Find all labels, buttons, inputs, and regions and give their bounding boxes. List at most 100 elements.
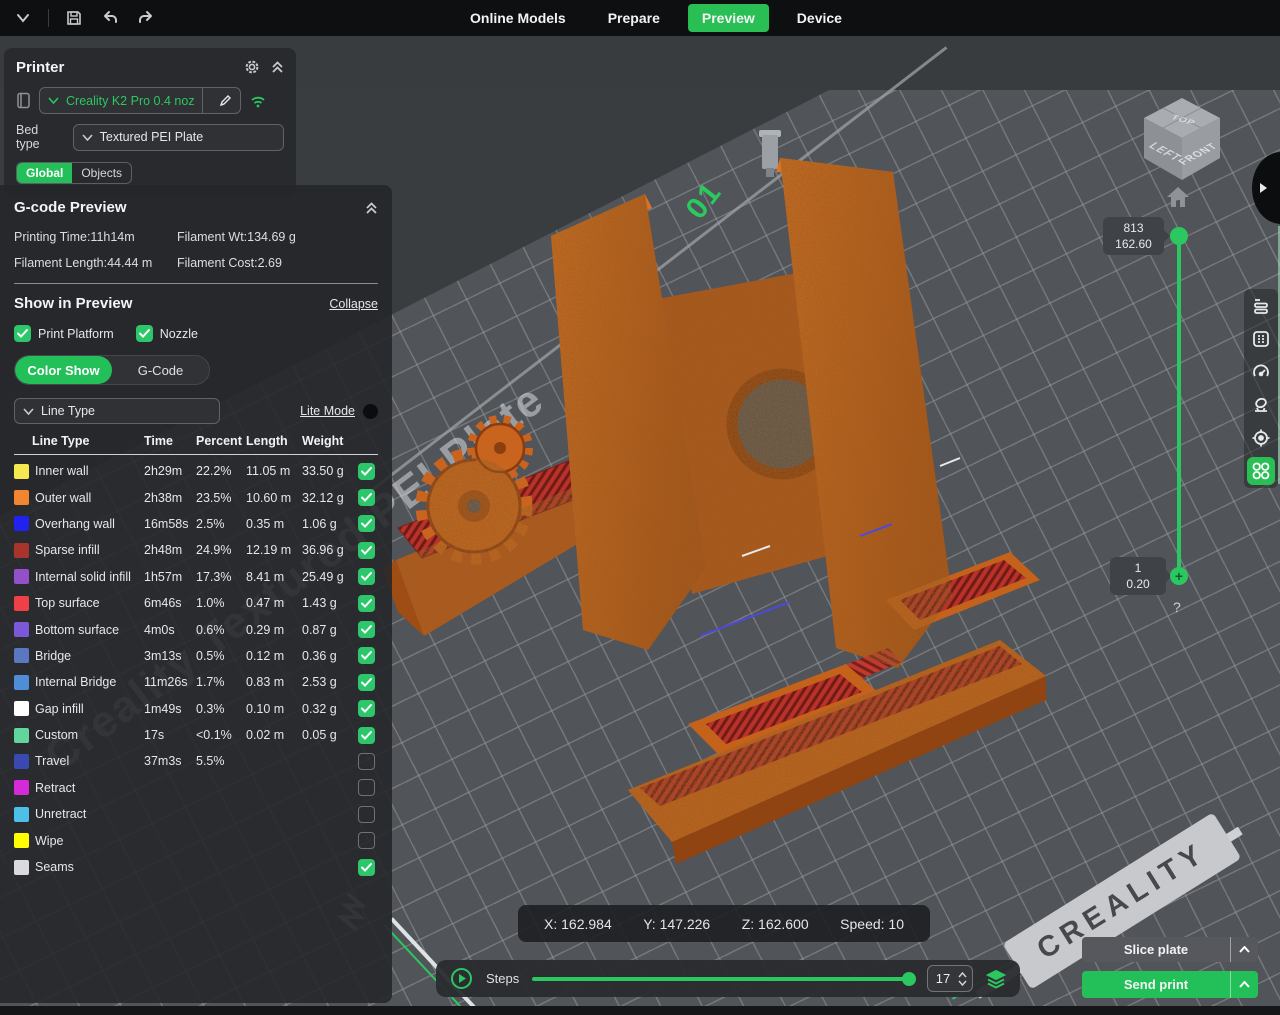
gcode-panel-collapse-icon[interactable]	[365, 201, 378, 215]
app-menu-chevron-icon[interactable]	[12, 7, 34, 29]
layer-slider-top-handle[interactable]	[1170, 227, 1188, 245]
line-type-visibility-checkbox[interactable]	[358, 515, 375, 532]
line-type-visibility-checkbox[interactable]	[358, 595, 375, 612]
scope-global[interactable]: Global	[17, 163, 72, 183]
steps-value[interactable]: 17	[928, 971, 958, 986]
line-type-time: 37m3s	[144, 754, 196, 768]
line-type-swatch	[14, 464, 29, 479]
undo-icon[interactable]	[99, 7, 121, 29]
temperature-tool-icon[interactable]	[1247, 424, 1275, 452]
fan-tool-icon[interactable]	[1247, 391, 1275, 419]
send-print-label: Send print	[1082, 971, 1230, 998]
help-icon[interactable]: ?	[1173, 599, 1181, 615]
scope-toggle: Global Objects	[16, 162, 132, 184]
send-print-button[interactable]: Send print	[1082, 971, 1258, 998]
show-in-preview-title: Show in Preview	[14, 295, 132, 312]
line-type-percent: 22.2%	[196, 464, 246, 478]
line-type-time: 2h29m	[144, 464, 196, 478]
layer-slider-track[interactable]	[1177, 236, 1181, 578]
line-type-length: 0.12 m	[246, 649, 302, 663]
line-type-visibility-checkbox[interactable]	[358, 700, 375, 717]
line-type-visibility-checkbox[interactable]	[358, 859, 375, 876]
line-type-length: 12.19 m	[246, 543, 302, 557]
tab-prepare[interactable]: Prepare	[594, 4, 674, 32]
line-type-visibility-checkbox[interactable]	[358, 753, 375, 770]
steps-value-input[interactable]: 17	[927, 965, 973, 992]
line-type-name: Outer wall	[32, 491, 144, 505]
nozzle-checkbox[interactable]: Nozzle	[136, 325, 198, 342]
line-type-weight: 2.53 g	[302, 675, 358, 689]
print-platform-checkbox[interactable]: Print Platform	[14, 325, 114, 342]
play-icon[interactable]	[450, 967, 473, 990]
printer-select-dropdown[interactable]: Creality K2 Pro 0.4 nozzle	[39, 87, 241, 114]
line-type-weight: 36.96 g	[302, 543, 358, 557]
line-type-swatch	[14, 516, 29, 531]
expand-arrow-icon	[1260, 183, 1267, 193]
line-type-percent: 0.6%	[196, 623, 246, 637]
line-type-swatch	[14, 569, 29, 584]
line-type-tool-icon[interactable]	[1247, 292, 1275, 320]
line-type-length: 11.05 m	[246, 464, 302, 478]
line-type-weight: 32.12 g	[302, 491, 358, 505]
line-type-row: Custom 17s <0.1% 0.02 m 0.05 g	[14, 722, 378, 748]
printer-panel-title: Printer	[16, 59, 64, 76]
line-type-visibility-checkbox[interactable]	[358, 568, 375, 585]
layer-slider-bottom-handle[interactable]: +	[1170, 567, 1188, 585]
tab-device[interactable]: Device	[783, 4, 856, 32]
line-type-visibility-checkbox[interactable]	[358, 806, 375, 823]
line-type-length: 0.29 m	[246, 623, 302, 637]
line-type-visibility-checkbox[interactable]	[358, 463, 375, 480]
line-type-row: Seams	[14, 854, 378, 880]
line-type-visibility-checkbox[interactable]	[358, 542, 375, 559]
line-type-visibility-checkbox[interactable]	[358, 674, 375, 691]
lite-mode-toggle[interactable]	[363, 404, 378, 419]
line-type-row: Unretract	[14, 801, 378, 827]
edit-printer-icon[interactable]	[210, 88, 240, 113]
save-icon[interactable]	[63, 7, 85, 29]
printer-settings-gear-icon[interactable]	[243, 58, 261, 76]
scope-objects[interactable]: Objects	[72, 163, 131, 183]
line-type-row: Top surface 6m46s 1.0% 0.47 m 1.43 g	[14, 590, 378, 616]
line-type-visibility-checkbox[interactable]	[358, 832, 375, 849]
slice-options-chevron[interactable]	[1230, 937, 1258, 962]
collapse-link[interactable]: Collapse	[329, 297, 378, 311]
line-type-visibility-checkbox[interactable]	[358, 779, 375, 796]
slice-plate-button[interactable]: Slice plate	[1082, 937, 1258, 962]
line-type-swatch	[14, 596, 29, 611]
filament-tool-icon[interactable]	[1247, 457, 1275, 485]
dropdown-chevron-icon	[82, 134, 93, 141]
layers-icon[interactable]	[986, 969, 1006, 989]
steps-slider[interactable]	[532, 977, 914, 981]
line-type-visibility-checkbox[interactable]	[358, 621, 375, 638]
line-type-row: Internal solid infill 1h57m 17.3% 8.41 m…	[14, 564, 378, 590]
line-type-time: 3m13s	[144, 649, 196, 663]
redo-icon[interactable]	[135, 7, 157, 29]
plate-tool-icon[interactable]	[1247, 325, 1275, 353]
tab-online-models[interactable]: Online Models	[456, 4, 580, 32]
line-type-visibility-checkbox[interactable]	[358, 489, 375, 506]
mode-color-show[interactable]: Color Show	[15, 356, 112, 384]
send-options-chevron[interactable]	[1230, 971, 1258, 998]
mode-gcode[interactable]: G-Code	[112, 356, 209, 384]
line-type-row: Internal Bridge 11m26s 1.7% 0.83 m 2.53 …	[14, 669, 378, 695]
steps-slider-handle[interactable]	[902, 972, 916, 986]
step-down-icon[interactable]	[958, 980, 967, 986]
home-view-icon[interactable]	[1166, 186, 1190, 208]
line-type-name: Bridge	[32, 649, 144, 663]
printer-panel-collapse-icon[interactable]	[271, 60, 284, 74]
line-type-row: Bridge 3m13s 0.5% 0.12 m 0.36 g	[14, 643, 378, 669]
bed-type-dropdown[interactable]: Textured PEI Plate	[73, 124, 284, 151]
line-type-percent: 0.3%	[196, 702, 246, 716]
line-type-name: Wipe	[32, 834, 144, 848]
line-type-visibility-checkbox[interactable]	[358, 647, 375, 664]
step-up-icon[interactable]	[958, 972, 967, 978]
speed-tool-icon[interactable]	[1247, 358, 1275, 386]
line-type-dropdown[interactable]: Line Type	[14, 398, 220, 424]
tab-preview[interactable]: Preview	[688, 4, 769, 32]
view-cube[interactable]: TOP LEFT FRONT	[1136, 92, 1228, 184]
gcode-position-readout: X: 162.984 Y: 147.226 Z: 162.600 Speed: …	[518, 905, 930, 942]
line-type-time: 4m0s	[144, 623, 196, 637]
line-type-weight: 0.32 g	[302, 702, 358, 716]
preview-toolbar	[1244, 289, 1278, 488]
line-type-visibility-checkbox[interactable]	[358, 727, 375, 744]
